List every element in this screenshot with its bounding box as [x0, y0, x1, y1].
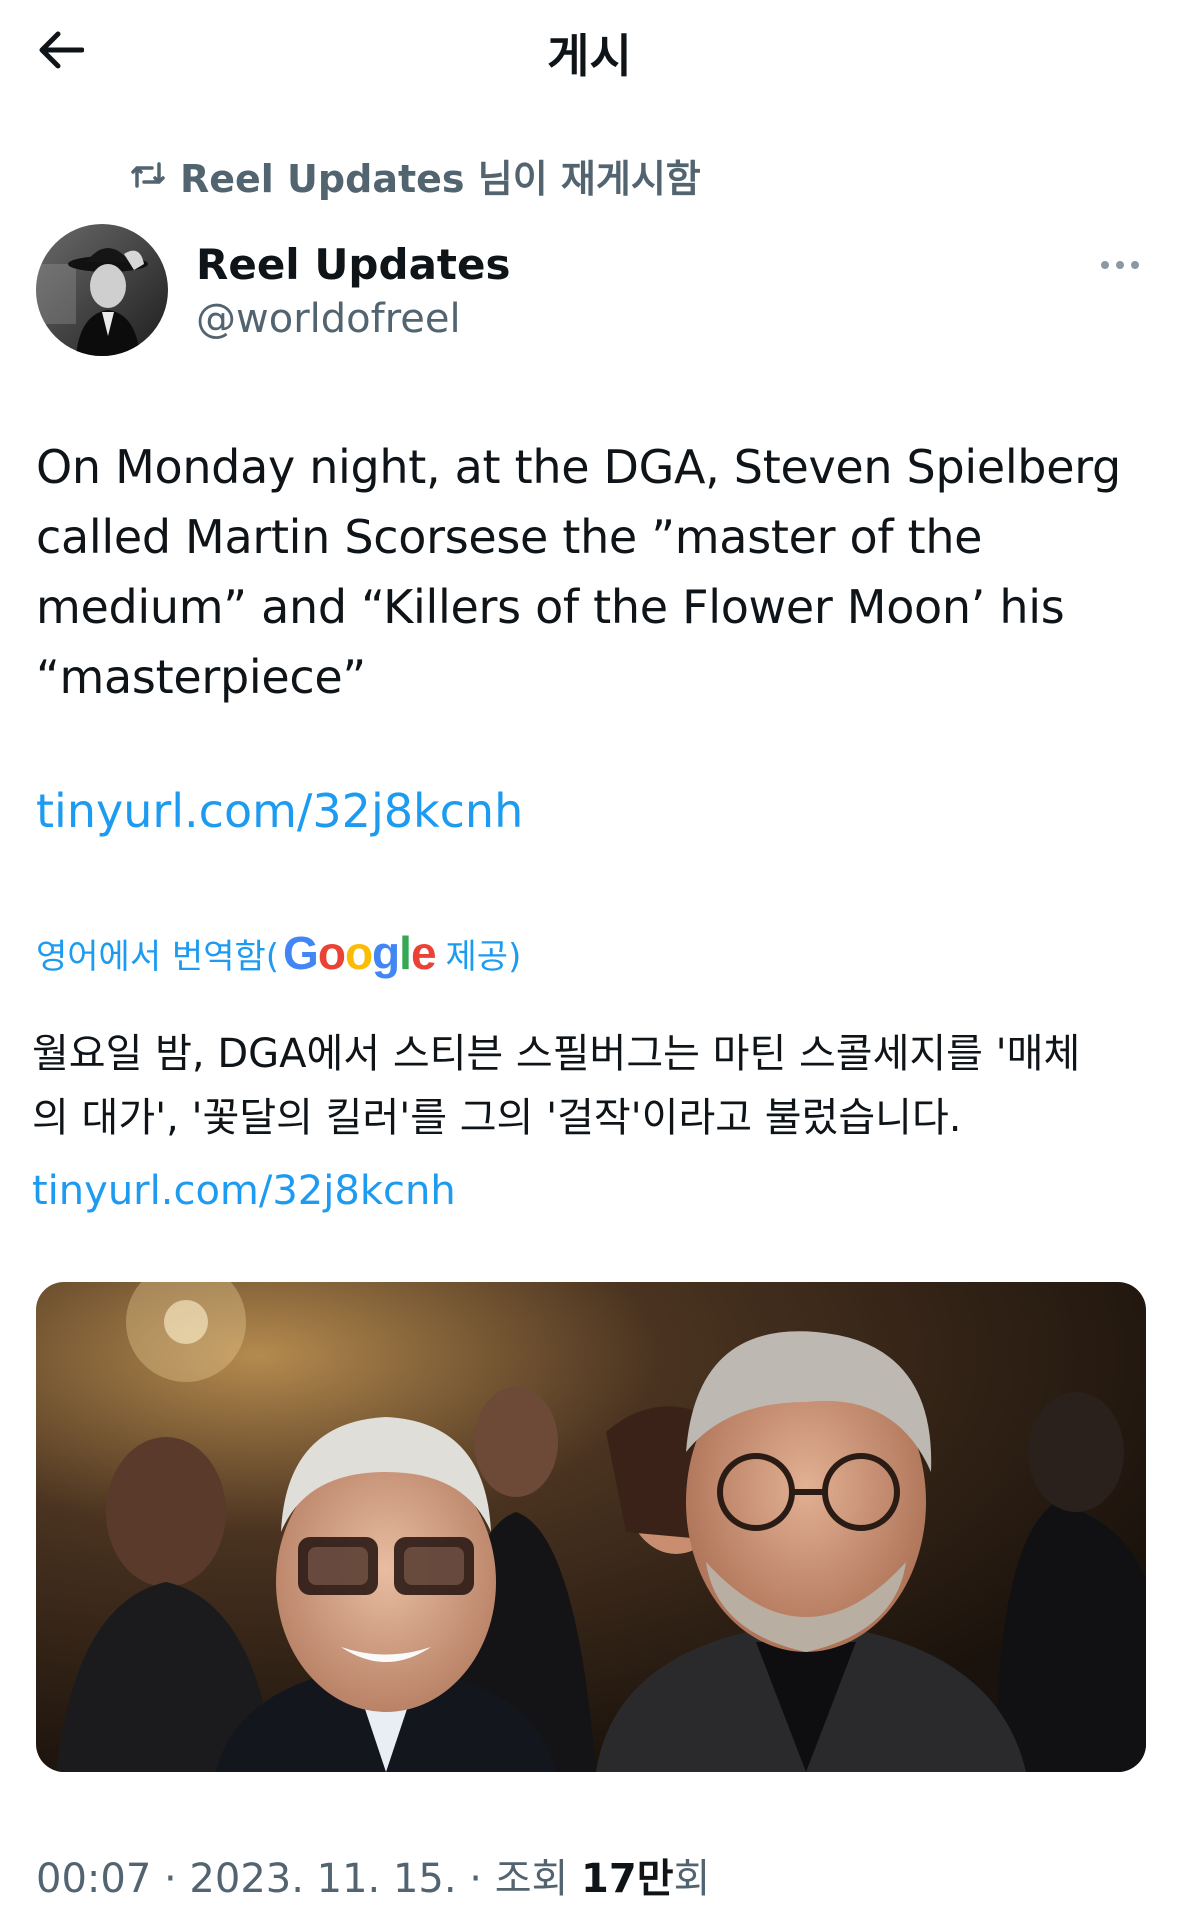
tweet-text: On Monday night, at the DGA, Steven Spie…	[36, 432, 1146, 712]
author-name[interactable]: Reel Updates	[196, 240, 510, 289]
avatar-image	[36, 224, 168, 356]
translated-link[interactable]: tinyurl.com/32j8kcnh	[32, 1168, 456, 1214]
avatar[interactable]	[36, 224, 168, 356]
repost-icon	[130, 160, 166, 190]
tweet-text-line: On Monday night, at the DGA, Steven Spie…	[36, 440, 1121, 494]
tweet-text-line: “masterpiece”	[36, 650, 366, 704]
repost-indicator[interactable]: Reel Updates 님이 재게시함	[130, 150, 701, 201]
repost-label: Reel Updates 님이 재게시함	[180, 156, 701, 201]
post-meta: 00:07 · 2023. 11. 15. · 조회 17만회	[36, 1846, 710, 1904]
google-letter: e	[410, 927, 437, 979]
google-letter: o	[317, 927, 346, 979]
author-handle[interactable]: @worldofreel	[196, 296, 461, 342]
translation-attribution[interactable]: 영어에서 번역함( Google 제공)	[36, 926, 521, 980]
more-horizontal-icon	[1101, 261, 1139, 269]
google-letter: G	[283, 927, 319, 979]
post-timestamp: 00:07 · 2023. 11. 15. · 조회	[36, 1856, 582, 1902]
google-letter: o	[344, 927, 373, 979]
google-letter: g	[372, 927, 400, 979]
top-bar: 게시	[0, 0, 1179, 100]
view-count: 17만	[581, 1856, 674, 1902]
tweet-photo[interactable]	[36, 1282, 1146, 1772]
translated-line: 월요일 밤, DGA에서 스티븐 스필버그는 마틴 스콜세지를 '매체	[32, 1031, 1081, 1077]
tweet-link[interactable]: tinyurl.com/32j8kcnh	[36, 784, 523, 838]
photo-image	[36, 1282, 1146, 1772]
tweet-text-line: called Martin Scorsese the ”master of th…	[36, 510, 983, 564]
more-options-button[interactable]	[1090, 250, 1150, 280]
page-title: 게시	[547, 29, 632, 83]
tweet-text-line: medium” and “Killers of the Flower Moon’…	[36, 580, 1065, 634]
translation-prefix: 영어에서 번역함(	[36, 936, 280, 977]
google-logo: Google	[283, 926, 437, 980]
translated-line: 의 대가', '꽃달의 킬러'를 그의 '걸작'이라고 불렀습니다.	[32, 1095, 962, 1141]
translated-text: 월요일 밤, DGA에서 스티븐 스필버그는 마틴 스콜세지를 '매체 의 대가…	[32, 1022, 1152, 1150]
google-letter: l	[399, 927, 412, 979]
translation-suffix: 제공)	[445, 936, 522, 977]
view-count-suffix: 회	[673, 1856, 711, 1902]
